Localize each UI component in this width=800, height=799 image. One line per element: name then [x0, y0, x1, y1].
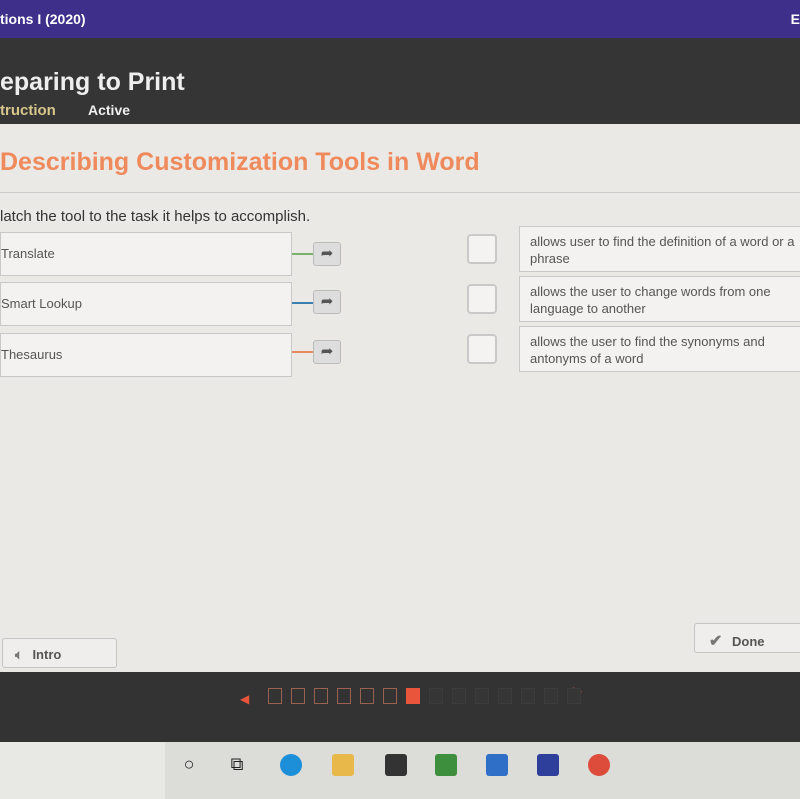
- arrow-icon: ➦: [320, 245, 334, 262]
- definition-item: allows the user to change words from one…: [519, 276, 800, 322]
- mail-icon[interactable]: [486, 754, 508, 776]
- intro-label: Intro: [32, 647, 62, 662]
- topbar-right-text[interactable]: E: [791, 11, 800, 27]
- drop-target[interactable]: [467, 234, 497, 264]
- term-smart-lookup[interactable]: Smart Lookup: [0, 282, 292, 326]
- edge-icon[interactable]: [280, 754, 302, 776]
- course-title: tions I (2020): [0, 11, 86, 27]
- connector-line: [292, 253, 314, 255]
- progress-step[interactable]: [429, 688, 443, 704]
- done-button[interactable]: ✔ Done: [694, 623, 800, 653]
- chrome-icon[interactable]: [588, 754, 610, 776]
- connector-line: [292, 302, 314, 304]
- arrow-icon: ➦: [320, 293, 334, 310]
- arrow-icon: ➦: [320, 343, 334, 360]
- task-view-icon[interactable]: ⧉: [226, 754, 248, 776]
- progress-step[interactable]: [314, 688, 328, 704]
- file-explorer-icon[interactable]: [332, 754, 354, 776]
- progress-step[interactable]: [291, 688, 305, 704]
- prev-arrow-icon[interactable]: ◀: [240, 692, 249, 706]
- news-icon[interactable]: [537, 754, 559, 776]
- tab-active[interactable]: Active: [88, 102, 130, 118]
- progress-step[interactable]: [383, 688, 397, 704]
- course-bar: tions I (2020) E: [0, 0, 800, 38]
- drag-arrow-button[interactable]: ➦: [313, 290, 341, 314]
- duolingo-icon[interactable]: [435, 754, 457, 776]
- taskbar-search-area[interactable]: [0, 742, 165, 799]
- tab-instruction[interactable]: truction: [0, 102, 56, 119]
- intro-button[interactable]: 🔈︎ Intro: [2, 638, 117, 668]
- done-label: Done: [732, 634, 765, 649]
- drop-target[interactable]: [467, 284, 497, 314]
- store-icon[interactable]: [385, 754, 407, 776]
- drag-arrow-button[interactable]: ➦: [313, 340, 341, 364]
- progress-step[interactable]: [360, 688, 374, 704]
- instruction-text: latch the tool to the task it helps to a…: [0, 208, 311, 225]
- definition-item: allows the user to find the synonyms and…: [519, 326, 800, 372]
- definition-item: allows user to find the definition of a …: [519, 226, 800, 272]
- term-thesaurus[interactable]: Thesaurus: [0, 333, 292, 377]
- progress-step[interactable]: [406, 688, 420, 704]
- progress-step[interactable]: [567, 688, 581, 704]
- lesson-header: eparing to Print truction Active: [0, 38, 800, 124]
- progress-step[interactable]: [475, 688, 489, 704]
- drop-target[interactable]: [467, 334, 497, 364]
- activity-heading: Describing Customization Tools in Word: [0, 148, 480, 176]
- progress-step[interactable]: [544, 688, 558, 704]
- drag-arrow-button[interactable]: ➦: [313, 242, 341, 266]
- progress-step[interactable]: [498, 688, 512, 704]
- checkmark-icon: ✔: [709, 633, 723, 650]
- progress-step[interactable]: [452, 688, 466, 704]
- progress-step[interactable]: [521, 688, 535, 704]
- progress-step[interactable]: [337, 688, 351, 704]
- term-translate[interactable]: Translate: [0, 232, 292, 276]
- speaker-icon: 🔈︎: [15, 647, 23, 662]
- lesson-title: eparing to Print: [0, 68, 185, 96]
- activity-panel: Describing Customization Tools in Word l…: [0, 124, 800, 672]
- search-icon[interactable]: ○: [178, 754, 200, 776]
- connector-line: [292, 351, 314, 353]
- progress-bar: ◀ ▶: [0, 672, 800, 742]
- divider: [0, 192, 800, 193]
- progress-step[interactable]: [268, 688, 282, 704]
